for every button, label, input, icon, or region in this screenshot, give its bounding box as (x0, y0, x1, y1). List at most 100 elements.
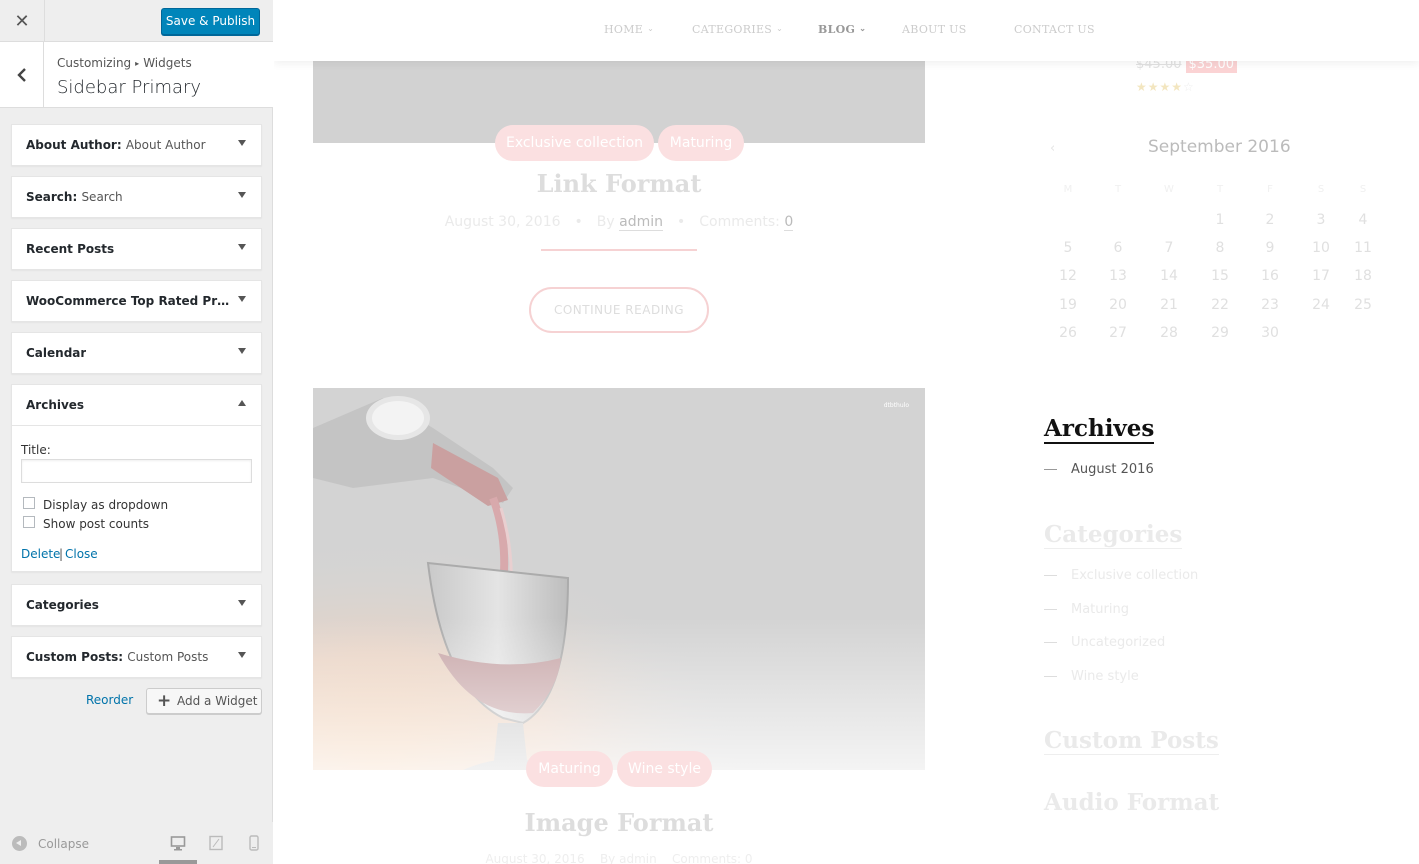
collapse-button[interactable]: Collapse (38, 837, 89, 851)
widget-about-author: About Author: About Author (11, 124, 262, 166)
widget-title: Calendar (26, 346, 87, 360)
meta-dot: • (677, 214, 686, 230)
link-separator: | (59, 547, 64, 561)
widget-header[interactable]: WooCommerce Top Rated Prod... (12, 281, 261, 321)
widget-header[interactable]: Categories (12, 585, 261, 625)
calendar-day: 8 (1215, 240, 1225, 256)
tag-pill[interactable]: Maturing (658, 125, 744, 161)
title-input[interactable] (21, 459, 252, 483)
calendar-day: 19 (1059, 297, 1077, 313)
chevron-down-icon: ⌄ (776, 24, 784, 33)
tag-pill[interactable]: Maturing (526, 751, 613, 787)
category-link[interactable]: Uncategorized (1044, 635, 1165, 650)
customizer-footer: Collapse (0, 822, 273, 864)
collapse-icon[interactable] (12, 836, 27, 851)
calendar-day: 11 (1354, 240, 1372, 256)
nav-item-contact[interactable]: CONTACT US (1014, 23, 1095, 36)
post-title[interactable]: Image Format (313, 808, 925, 837)
widget-header[interactable]: About Author: About Author (12, 125, 261, 165)
comments-count-link[interactable]: 0 (745, 852, 753, 864)
widget-calendar: Calendar (11, 332, 262, 374)
save-publish-button[interactable]: Save & Publish (161, 8, 260, 35)
by-label: By (599, 852, 616, 864)
widget-header[interactable]: Recent Posts (12, 229, 261, 269)
calendar-day: 2 (1265, 212, 1275, 228)
caret-down-icon (238, 348, 246, 354)
back-icon[interactable] (0, 42, 44, 108)
nav-label: HOME (604, 23, 644, 36)
archive-link[interactable]: August 2016 (1044, 462, 1154, 477)
comments-count-link[interactable]: 0 (784, 214, 794, 231)
calendar-prev-icon[interactable]: ‹ (1050, 141, 1055, 156)
widget-title: Recent Posts (26, 242, 115, 256)
calendar-day: 9 (1265, 240, 1275, 256)
chevron-down-icon: ⌄ (859, 23, 867, 33)
show-counts-label: Show post counts (43, 517, 150, 531)
mobile-icon[interactable] (249, 835, 263, 851)
widget-header[interactable]: Calendar (12, 333, 261, 373)
category-link[interactable]: Exclusive collection (1044, 568, 1198, 583)
customizer-panel: ✕ Save & Publish Customizing ▸ Widgets Sid… (0, 0, 273, 864)
calendar-day: 21 (1160, 297, 1178, 313)
add-widget-button[interactable]: + Add a Widget (146, 688, 262, 714)
categories-title: Categories (1044, 521, 1183, 549)
active-device-indicator (159, 860, 197, 864)
close-icon[interactable]: ✕ (0, 0, 45, 42)
calendar-day: 16 (1261, 268, 1279, 284)
widget-header[interactable]: Custom Posts: Custom Posts (12, 637, 261, 677)
tag-pill[interactable]: Exclusive collection (495, 125, 654, 161)
audio-format-title[interactable]: Audio Format (1044, 789, 1219, 816)
widget-name: About Author (26, 138, 117, 152)
calendar-day: 17 (1312, 268, 1330, 284)
caret-down-icon (238, 140, 246, 146)
section-title: Sidebar Primary (57, 77, 202, 98)
category-link[interactable]: Maturing (1044, 602, 1129, 617)
widget-archives: Archives Title: Display as dropdown Show… (11, 384, 262, 572)
calendar-day-name: T (1216, 184, 1224, 195)
widget-header[interactable]: Archives (12, 385, 261, 425)
close-link[interactable]: Close (65, 547, 98, 561)
calendar-day: 5 (1063, 240, 1073, 256)
chevron-down-icon: ⌄ (647, 24, 655, 33)
product-rating: ★★★★☆ (1136, 80, 1195, 94)
nav-item-home[interactable]: HOME ⌄ (604, 23, 654, 36)
delete-link[interactable]: Delete (21, 547, 60, 561)
wine-photo (313, 388, 925, 770)
caret-up-icon (238, 400, 246, 406)
widget-header[interactable]: Search: Search (12, 177, 261, 217)
calendar-day: 26 (1059, 325, 1077, 341)
image-watermark: dtbthulo (883, 402, 909, 409)
nav-item-categories[interactable]: CATEGORIES ⌄ (692, 23, 783, 36)
calendar-day: 22 (1211, 297, 1229, 313)
calendar-day: 15 (1211, 268, 1229, 284)
nav-item-about[interactable]: ABOUT US (902, 23, 967, 36)
calendar-day-name: S (1317, 184, 1325, 195)
calendar-day: 6 (1113, 240, 1123, 256)
caret-down-icon (238, 192, 246, 198)
post-featured-image[interactable]: dtbthulo (313, 388, 925, 770)
calendar-day: 23 (1261, 297, 1279, 313)
custom-posts-title: Custom Posts (1044, 727, 1219, 755)
site-navigation: HOME ⌄ CATEGORIES ⌄ BLOG ⌄ ABOUT US CONTACT… (274, 0, 1419, 61)
calendar-day: 7 (1164, 240, 1174, 256)
tablet-icon[interactable] (209, 835, 223, 851)
widget-title: Search: Search (26, 190, 123, 204)
calendar-day-name: F (1267, 184, 1273, 195)
calendar-day-name: S (1359, 184, 1367, 195)
continue-reading-button[interactable]: CONTINUE READING (529, 287, 709, 333)
display-dropdown-checkbox[interactable] (23, 497, 35, 509)
nav-item-blog[interactable]: BLOG ⌄ (818, 23, 866, 36)
calendar-day-name: M (1063, 184, 1073, 195)
breadcrumb: Customizing ▸ Widgets (57, 56, 192, 70)
post-date: August 30, 2016 (444, 214, 561, 230)
reorder-link[interactable]: Reorder (86, 693, 133, 707)
post-title[interactable]: Link Format (313, 169, 925, 198)
desktop-icon[interactable] (170, 835, 186, 851)
caret-down-icon (238, 244, 246, 250)
author-link[interactable]: admin (619, 214, 664, 231)
author-link[interactable]: admin (619, 852, 657, 864)
tag-pill[interactable]: Wine style (617, 751, 712, 787)
calendar-day: 28 (1160, 325, 1178, 341)
category-link[interactable]: Wine style (1044, 669, 1139, 684)
show-counts-checkbox[interactable] (23, 516, 35, 528)
